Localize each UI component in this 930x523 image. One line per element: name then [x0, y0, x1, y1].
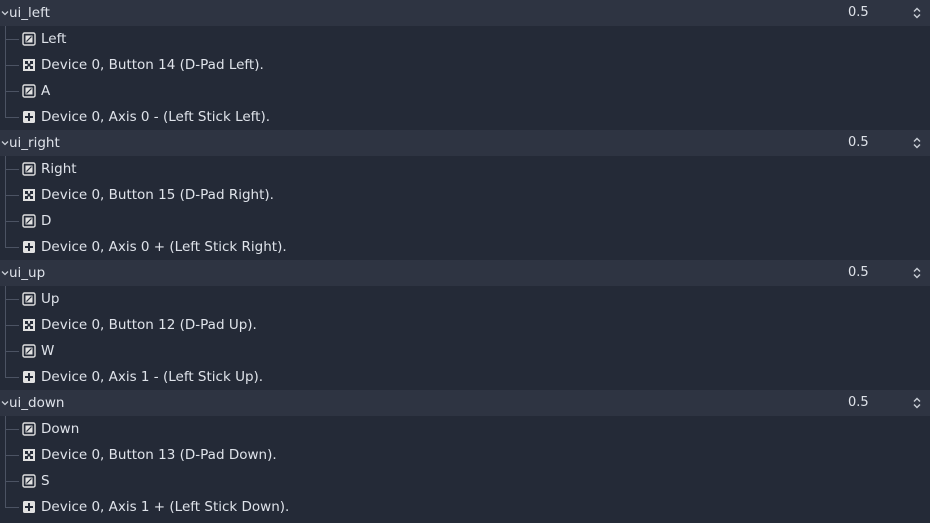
joypad-button-icon	[22, 448, 36, 462]
tree-guide-branch	[5, 351, 19, 352]
tree-guide-branch	[5, 39, 19, 40]
event-row-0-1[interactable]: Device 0, Button 14 (D-Pad Left).	[0, 52, 930, 78]
tree-guide-branch	[5, 221, 19, 222]
action-row-3[interactable]: ui_down 0.5	[0, 390, 930, 416]
event-list: Right Device 0, Button 15 (D-Pad Right).…	[0, 156, 930, 260]
tree-guide-branch	[5, 247, 19, 248]
action-group-1: ui_right 0.5 Right Device 0, Button 15 (…	[0, 130, 930, 260]
joypad-button-icon	[22, 58, 36, 72]
event-label: W	[41, 343, 55, 359]
event-row-3-0[interactable]: Down	[0, 416, 930, 442]
event-label: Device 0, Button 15 (D-Pad Right).	[41, 187, 274, 203]
keyboard-icon	[22, 84, 36, 98]
chevron-down-icon[interactable]	[0, 270, 9, 276]
tree-guide-branch	[5, 325, 19, 326]
tree-guide-branch	[5, 429, 19, 430]
action-name: ui_right	[9, 135, 60, 151]
joypad-axis-icon	[22, 370, 36, 384]
joypad-button-icon	[22, 188, 36, 202]
event-label: Down	[41, 421, 80, 437]
joypad-button-icon	[22, 318, 36, 332]
event-row-0-2[interactable]: A	[0, 78, 930, 104]
event-row-1-0[interactable]: Right	[0, 156, 930, 182]
event-row-3-3[interactable]: Device 0, Axis 1 + (Left Stick Down).	[0, 494, 930, 520]
action-group-2: ui_up 0.5 Up Device 0, Button 12 (D-Pad …	[0, 260, 930, 390]
event-row-0-3[interactable]: Device 0, Axis 0 - (Left Stick Left).	[0, 104, 930, 130]
deadzone-spinner-icon[interactable]	[911, 6, 923, 20]
action-group-3: ui_down 0.5 Down Device 0, Button 13 (D-…	[0, 390, 930, 520]
chevron-down-icon[interactable]	[0, 140, 9, 146]
joypad-axis-icon	[22, 240, 36, 254]
event-label: Left	[41, 31, 67, 47]
deadzone-spinner-icon[interactable]	[911, 136, 923, 150]
event-label: Device 0, Axis 0 - (Left Stick Left).	[41, 109, 271, 125]
event-row-0-0[interactable]: Left	[0, 26, 930, 52]
joypad-axis-icon	[22, 500, 36, 514]
keyboard-icon	[22, 474, 36, 488]
event-row-2-0[interactable]: Up	[0, 286, 930, 312]
deadzone-value[interactable]: 0.5	[848, 130, 869, 156]
event-row-1-3[interactable]: Device 0, Axis 0 + (Left Stick Right).	[0, 234, 930, 260]
event-label: Device 0, Axis 0 + (Left Stick Right).	[41, 239, 287, 255]
event-label: Device 0, Button 12 (D-Pad Up).	[41, 317, 257, 333]
joypad-axis-icon	[22, 110, 36, 124]
event-label: Up	[41, 291, 60, 307]
tree-guide-line	[5, 364, 6, 377]
event-label: Device 0, Button 13 (D-Pad Down).	[41, 447, 277, 463]
chevron-down-icon[interactable]	[0, 400, 9, 406]
event-row-2-1[interactable]: Device 0, Button 12 (D-Pad Up).	[0, 312, 930, 338]
event-label: A	[41, 83, 51, 99]
deadzone-spinner-icon[interactable]	[911, 266, 923, 280]
keyboard-icon	[22, 162, 36, 176]
deadzone-spinner-icon[interactable]	[911, 396, 923, 410]
event-label: Right	[41, 161, 77, 177]
deadzone-value[interactable]: 0.5	[848, 390, 869, 416]
tree-guide-line	[5, 494, 6, 507]
tree-guide-branch	[5, 481, 19, 482]
event-label: Device 0, Axis 1 + (Left Stick Down).	[41, 499, 290, 515]
tree-guide-branch	[5, 65, 19, 66]
tree-guide-line	[5, 104, 6, 117]
action-name: ui_down	[9, 395, 65, 411]
event-label: Device 0, Button 14 (D-Pad Left).	[41, 57, 264, 73]
keyboard-icon	[22, 292, 36, 306]
event-label: D	[41, 213, 52, 229]
keyboard-icon	[22, 32, 36, 46]
event-label: Device 0, Axis 1 - (Left Stick Up).	[41, 369, 264, 385]
keyboard-icon	[22, 344, 36, 358]
tree-guide-branch	[5, 455, 19, 456]
action-row-1[interactable]: ui_right 0.5	[0, 130, 930, 156]
event-row-2-3[interactable]: Device 0, Axis 1 - (Left Stick Up).	[0, 364, 930, 390]
deadzone-value[interactable]: 0.5	[848, 260, 869, 286]
action-group-0: ui_left 0.5 Left Device 0, Button 14 (D-…	[0, 0, 930, 130]
event-row-3-1[interactable]: Device 0, Button 13 (D-Pad Down).	[0, 442, 930, 468]
action-name: ui_up	[9, 265, 46, 281]
event-row-1-2[interactable]: D	[0, 208, 930, 234]
keyboard-icon	[22, 422, 36, 436]
keyboard-icon	[22, 214, 36, 228]
tree-guide-branch	[5, 117, 19, 118]
tree-guide-branch	[5, 377, 19, 378]
deadzone-value[interactable]: 0.5	[848, 0, 869, 26]
tree-guide-line	[5, 234, 6, 247]
event-label: S	[41, 473, 50, 489]
event-list: Down Device 0, Button 13 (D-Pad Down). S…	[0, 416, 930, 520]
tree-guide-branch	[5, 169, 19, 170]
action-name: ui_left	[9, 5, 50, 21]
chevron-down-icon[interactable]	[0, 10, 9, 16]
tree-guide-branch	[5, 91, 19, 92]
event-list: Up Device 0, Button 12 (D-Pad Up). W Dev…	[0, 286, 930, 390]
event-list: Left Device 0, Button 14 (D-Pad Left). A…	[0, 26, 930, 130]
tree-guide-branch	[5, 507, 19, 508]
event-row-1-1[interactable]: Device 0, Button 15 (D-Pad Right).	[0, 182, 930, 208]
tree-guide-branch	[5, 299, 19, 300]
input-map-tree[interactable]: ui_left 0.5 Left Device 0, Button 14 (D-…	[0, 0, 930, 523]
action-row-2[interactable]: ui_up 0.5	[0, 260, 930, 286]
event-row-3-2[interactable]: S	[0, 468, 930, 494]
tree-guide-branch	[5, 195, 19, 196]
event-row-2-2[interactable]: W	[0, 338, 930, 364]
action-row-0[interactable]: ui_left 0.5	[0, 0, 930, 26]
